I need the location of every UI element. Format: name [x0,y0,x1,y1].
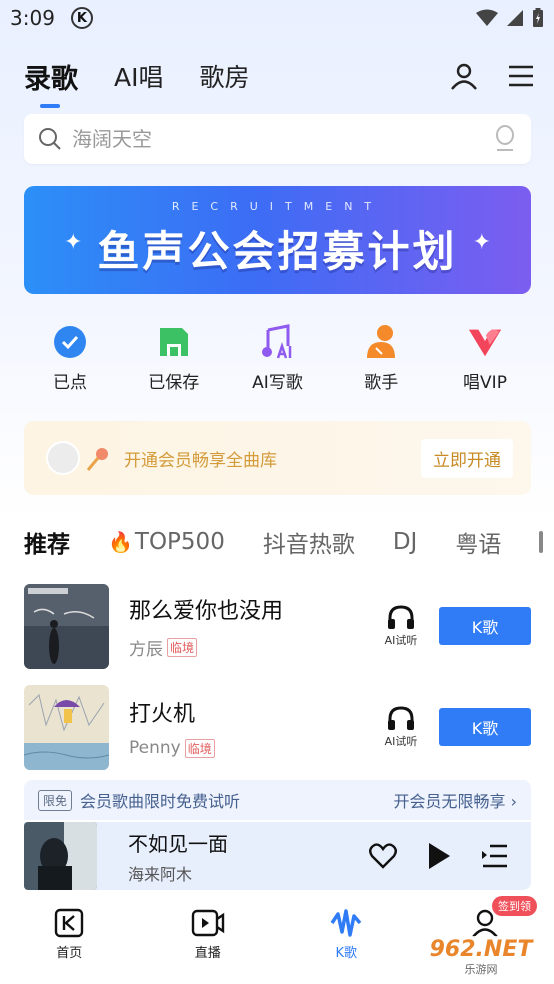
checkin-badge[interactable]: 签到领 [492,896,537,916]
sing-button[interactable]: K歌 [439,708,531,746]
open-vip-link-label: 开会员无限畅享 [393,792,506,811]
status-icons [476,8,544,28]
open-vip-button[interactable]: 立即开通 [421,438,513,478]
quick-action-label: 已点 [53,373,87,393]
quick-action-vip[interactable]: 唱VIP [445,324,525,394]
quick-action-label: AI写歌 [252,373,303,393]
tab-top500-label: TOP500 [134,529,225,555]
play-icon[interactable] [427,842,451,870]
promo-banner[interactable]: RECRUITMENT ✦ 鱼声公会招募计划 ✦ [24,186,531,294]
quick-action-label: 已保存 [148,373,200,393]
vip-promo-bar[interactable]: 开通会员畅享全曲库 立即开通 [24,421,531,495]
check-icon [54,326,86,358]
nav-home[interactable]: 首页 [0,900,139,984]
tab-record[interactable]: 录歌 [24,57,78,108]
vip-promo-text: 开通会员畅享全曲库 [124,450,277,471]
open-vip-link[interactable]: 开会员无限畅享 › [393,788,517,812]
k-home-icon [55,908,84,938]
headphones-icon [388,605,414,629]
vip-icon [468,329,502,357]
quick-action-label: 唱VIP [463,373,507,393]
tab-song-room[interactable]: 歌房 [199,58,249,94]
song-tag: 临境 [184,738,215,758]
search-icon [39,128,61,150]
banner-title: 鱼声公会招募计划 [97,227,458,276]
quick-action-saved[interactable]: 已保存 [134,324,214,394]
sparkle-icon: ✦ [472,230,491,255]
song-cover [24,684,109,770]
save-icon [159,328,188,356]
watermark-sub: 乐游网 [464,963,498,976]
tab-douyin-hot[interactable]: 抖音热歌 [263,525,355,559]
song-row[interactable]: 那么爱你也没用 方辰 临境 AI试听 K歌 [24,583,531,669]
live-icon [191,909,224,937]
nav-live[interactable]: 直播 [139,900,278,984]
ai-preview-button[interactable]: AI试听 [379,705,423,749]
song-artist: Penny [129,738,181,758]
tab-top500[interactable]: 🔥 TOP500 [108,529,225,555]
now-playing-artist: 海来阿木 [128,864,193,884]
menu-icon[interactable] [508,64,534,88]
user-icon[interactable] [450,62,478,90]
song-title: 打火机 [129,702,196,727]
heart-icon[interactable] [369,843,397,869]
song-cover [24,583,109,669]
watermark-main: 962.NET [429,937,533,962]
fire-icon: 🔥 [108,530,133,554]
k-song-wave-icon [330,909,362,937]
search-input[interactable] [72,127,493,151]
ai-preview-label: AI试听 [384,735,418,748]
battery-icon [533,8,543,27]
song-title: 那么爱你也没用 [129,598,284,624]
avatar [46,441,80,475]
banner-subtitle: RECRUITMENT [171,200,384,213]
nav-home-label: 首页 [56,946,83,961]
now-playing-cover [24,822,97,890]
chevron-right-icon: › [510,792,517,811]
tab-dj[interactable]: DJ [393,529,418,555]
ai-preview-button[interactable]: AI试听 [379,604,423,648]
free-badge: 限免 [38,789,73,811]
song-row[interactable]: 打火机 Penny 临境 AI试听 K歌 [24,684,531,770]
tab-cantonese[interactable]: 粤语 [455,525,501,559]
now-playing-bar[interactable]: 不如见一面 海来阿木 [24,822,531,890]
mic-icon[interactable] [493,125,517,153]
now-playing-title: 不如见一面 [128,831,228,856]
tab-recommended[interactable]: 推荐 [24,525,70,559]
tab-ai-sing[interactable]: AI唱 [114,58,163,94]
status-bar: 3:09 K [0,0,554,36]
tab-more[interactable] [539,531,544,553]
signal-icon [507,10,523,26]
mic-sparkle-icon [86,448,108,471]
quick-action-ai-write[interactable]: AI写歌 [238,324,318,394]
app-indicator-icon: K [70,7,93,29]
song-artist: 方辰 [129,639,163,660]
song-tag: 临境 [167,637,198,657]
search-bar[interactable] [24,114,531,164]
nav-ksong-label: K歌 [335,946,358,961]
ai-note-icon [261,324,291,359]
wifi-icon [476,9,498,26]
top-nav: 录歌 AI唱 歌房 [24,54,534,108]
quick-action-label: 歌手 [364,373,399,393]
sing-button[interactable]: K歌 [439,607,531,645]
singer-icon [367,325,396,358]
free-trial-bar[interactable]: 限免 会员歌曲限时免费试听 开会员无限畅享 › [24,780,531,820]
category-tabs: 推荐 🔥 TOP500 抖音热歌 DJ 粤语 [24,522,554,562]
playlist-icon[interactable] [481,843,509,869]
quick-action-requested[interactable]: 已点 [30,324,110,394]
quick-actions: 已点 已保存 AI写歌 歌手 唱VIP [24,324,531,394]
ai-preview-label: AI试听 [384,634,418,647]
status-time: 3:09 [10,6,55,30]
nav-ksong[interactable]: K歌 [277,900,416,984]
headphones-icon [388,706,414,730]
nav-live-label: 直播 [194,946,221,961]
watermark-logo: 962.NET 乐游网 [414,936,548,980]
quick-action-singer[interactable]: 歌手 [341,324,421,394]
free-trial-message: 会员歌曲限时免费试听 [80,792,241,811]
